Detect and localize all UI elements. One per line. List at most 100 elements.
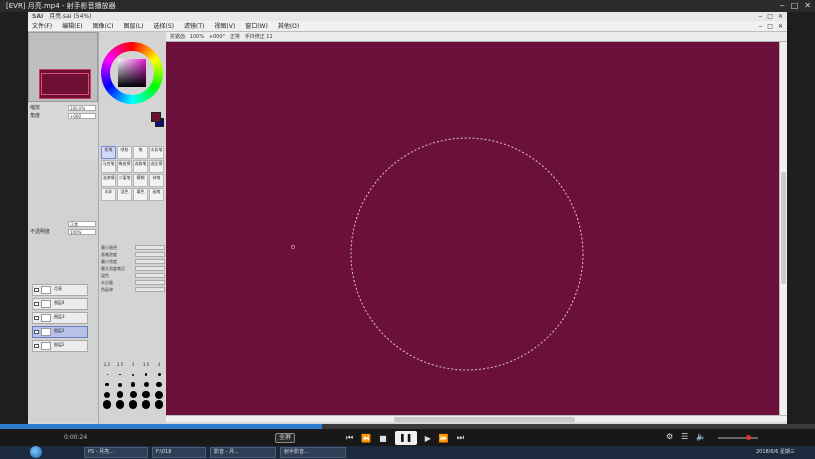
taskbar-item[interactable]: PS - 月亮... bbox=[84, 447, 148, 458]
layer-item[interactable]: 图层3 bbox=[32, 312, 88, 324]
tool-eraser[interactable]: 橡皮擦 bbox=[117, 160, 132, 173]
hue-wheel[interactable] bbox=[101, 42, 163, 104]
tool-airbrush[interactable]: 喷枪 bbox=[117, 146, 132, 159]
brush-size-option[interactable] bbox=[153, 370, 165, 379]
brush-size-option[interactable] bbox=[114, 370, 126, 379]
option-slider[interactable] bbox=[135, 259, 165, 264]
tool-bucket[interactable]: 油漆桶 bbox=[101, 174, 116, 187]
tool-select-eraser[interactable]: 选区擦 bbox=[149, 160, 164, 173]
brush-size-option[interactable] bbox=[101, 370, 113, 379]
brush-size-option[interactable] bbox=[114, 400, 126, 409]
taskbar-item[interactable]: F:\018 bbox=[152, 447, 206, 458]
menu-image[interactable]: 图像(C) bbox=[93, 21, 114, 31]
antialias-label[interactable]: 抗锯齿 bbox=[170, 34, 185, 40]
brush-option-row[interactable]: 最小浓度 bbox=[101, 258, 165, 265]
foreground-color-swatch[interactable] bbox=[151, 112, 161, 122]
vertical-scroll-thumb[interactable] bbox=[781, 172, 786, 284]
tool-marker[interactable]: 马克笔 bbox=[101, 160, 116, 173]
brush-option-row[interactable]: 水分量 bbox=[101, 279, 165, 286]
canvas-zoom[interactable]: 100% bbox=[190, 34, 204, 40]
previous-icon[interactable]: ⏮ bbox=[346, 433, 353, 443]
navigator-preview[interactable] bbox=[28, 32, 98, 102]
brush-size-option[interactable] bbox=[114, 390, 126, 399]
taskbar-item[interactable]: 影音 - 月... bbox=[210, 447, 276, 458]
menu-view[interactable]: 视图(V) bbox=[214, 21, 235, 31]
brush-size-option[interactable] bbox=[153, 400, 165, 409]
doc-close-icon[interactable]: ✕ bbox=[778, 21, 783, 32]
brush-size-option[interactable] bbox=[140, 390, 152, 399]
navigator-viewport[interactable] bbox=[41, 73, 89, 95]
eye-icon[interactable] bbox=[34, 302, 39, 306]
fast-forward-icon[interactable]: ⏩ bbox=[439, 434, 449, 443]
option-slider[interactable] bbox=[135, 245, 165, 250]
fullscreen-button[interactable]: 全屏 bbox=[275, 433, 295, 443]
eye-icon[interactable] bbox=[34, 330, 39, 334]
step-forward-icon[interactable]: ▶ bbox=[425, 434, 431, 443]
menu-select[interactable]: 选择(S) bbox=[154, 21, 175, 31]
brush-size-option[interactable] bbox=[114, 380, 126, 389]
tool-blend[interactable]: 混色 bbox=[117, 188, 132, 201]
canvas-vertical-scrollbar[interactable] bbox=[779, 42, 787, 415]
angle-value[interactable]: +000 bbox=[68, 113, 96, 119]
brush-size-option[interactable] bbox=[127, 400, 139, 409]
brush-size-option[interactable] bbox=[101, 380, 113, 389]
brush-size-option[interactable] bbox=[101, 400, 113, 409]
option-slider[interactable] bbox=[135, 273, 165, 278]
next-icon[interactable]: ⏭ bbox=[457, 433, 464, 443]
close-icon[interactable]: ✕ bbox=[804, 0, 811, 12]
layer-blend-mode[interactable]: 正常 bbox=[68, 221, 96, 227]
opacity-value[interactable]: 100% bbox=[68, 229, 96, 235]
canvas-mode[interactable]: 正常 bbox=[230, 34, 240, 40]
menu-layer[interactable]: 图层(L) bbox=[124, 21, 144, 31]
tool-smudge[interactable]: 抹笔 bbox=[149, 174, 164, 187]
sai-close-icon[interactable]: ✕ bbox=[778, 12, 783, 21]
brush-option-row[interactable]: 色延伸 bbox=[101, 286, 165, 293]
layer-item[interactable]: 图层4 bbox=[32, 298, 88, 310]
volume-slider[interactable] bbox=[718, 435, 758, 440]
rewind-icon[interactable]: ⏪ bbox=[361, 434, 371, 443]
canvas-angle[interactable]: +000° bbox=[209, 34, 225, 40]
brush-size-option[interactable] bbox=[127, 370, 139, 379]
canvas-horizontal-scrollbar[interactable] bbox=[166, 415, 787, 422]
option-slider[interactable] bbox=[135, 287, 165, 292]
brush-size-option[interactable] bbox=[153, 380, 165, 389]
eye-icon[interactable] bbox=[34, 288, 39, 292]
zoom-value[interactable]: 100.0% bbox=[68, 105, 96, 111]
tool-pen[interactable]: 笔 bbox=[133, 146, 148, 159]
doc-minimize-icon[interactable]: ‒ bbox=[758, 21, 762, 32]
doc-restore-icon[interactable]: □ bbox=[767, 21, 773, 32]
sai-maximize-icon[interactable]: □ bbox=[767, 12, 773, 21]
brush-option-row[interactable]: 混色 bbox=[101, 272, 165, 279]
tool-binary-pen[interactable]: 二值笔 bbox=[117, 174, 132, 187]
option-slider[interactable] bbox=[135, 280, 165, 285]
tool-fill[interactable]: 填色 bbox=[133, 188, 148, 201]
tool-select-pen[interactable]: 选取笔 bbox=[133, 160, 148, 173]
brush-size-option[interactable] bbox=[140, 400, 152, 409]
stop-icon[interactable]: ■ bbox=[379, 434, 387, 443]
menu-file[interactable]: 文件(F) bbox=[32, 21, 52, 31]
tool-brush[interactable]: 画笔 bbox=[149, 188, 164, 201]
volume-knob[interactable] bbox=[746, 435, 751, 440]
saturation-value-square[interactable] bbox=[118, 59, 146, 87]
menu-filter[interactable]: 滤镜(T) bbox=[184, 21, 204, 31]
option-slider[interactable] bbox=[135, 266, 165, 271]
taskbar-item[interactable]: 射手影音... bbox=[280, 447, 346, 458]
start-button[interactable] bbox=[30, 446, 42, 458]
maximize-icon[interactable]: □ bbox=[791, 0, 799, 12]
settings-icon[interactable]: ⚙ bbox=[666, 432, 673, 441]
layer-item-selected[interactable]: 图层1 bbox=[32, 326, 88, 338]
volume-icon[interactable]: 🔈 bbox=[696, 432, 706, 441]
tool-watercolor-2[interactable]: 水彩 bbox=[101, 188, 116, 201]
stabilizer-value[interactable]: 11 bbox=[266, 34, 272, 40]
tool-pencil[interactable]: 铅笔 bbox=[101, 146, 116, 159]
drawing-canvas[interactable] bbox=[166, 42, 779, 415]
layer-item[interactable]: 月亮 bbox=[32, 284, 88, 296]
option-slider[interactable] bbox=[135, 252, 165, 257]
brush-size-option[interactable] bbox=[127, 390, 139, 399]
sai-minimize-icon[interactable]: ‒ bbox=[758, 12, 762, 21]
brush-size-option[interactable] bbox=[127, 380, 139, 389]
minimize-icon[interactable]: ‒ bbox=[780, 0, 785, 12]
eye-icon[interactable] bbox=[34, 344, 39, 348]
brush-size-option[interactable] bbox=[140, 370, 152, 379]
brush-option-row[interactable]: 最小直径 bbox=[101, 244, 165, 251]
